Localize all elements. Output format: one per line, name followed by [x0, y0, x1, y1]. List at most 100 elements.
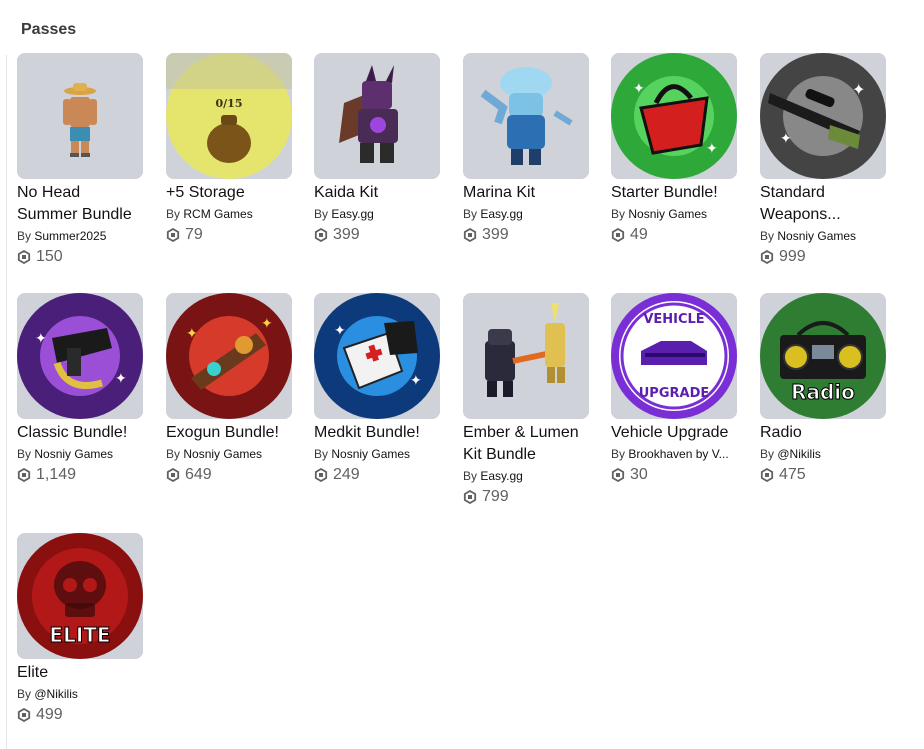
svg-text:✦: ✦ — [410, 372, 422, 388]
pass-name[interactable]: Exogun Bundle! — [166, 422, 293, 444]
pass-card[interactable]: Ember & Lumen Kit Bundle By Easy.gg 799 — [463, 293, 590, 507]
pass-thumbnail[interactable]: ✦ ✦ — [611, 53, 737, 179]
robux-icon — [166, 227, 180, 243]
svg-text:✦: ✦ — [852, 82, 865, 99]
pass-price: 649 — [166, 465, 293, 485]
creator-link[interactable]: Nosniy Games — [628, 207, 707, 221]
pass-name[interactable]: Ember & Lumen Kit Bundle — [463, 422, 590, 466]
creator-link[interactable]: Nosniy Games — [183, 447, 262, 461]
pass-thumbnail[interactable] — [463, 293, 589, 419]
creator-link[interactable]: Summer2025 — [34, 229, 106, 243]
pass-creator: By Summer2025 — [17, 229, 107, 243]
pass-thumbnail[interactable]: ✦ ✦ — [314, 293, 440, 419]
pass-thumbnail[interactable] — [314, 53, 440, 179]
pass-thumbnail[interactable]: 0/15 — [166, 53, 292, 179]
left-divider — [6, 55, 7, 749]
pass-name[interactable]: Radio — [760, 422, 887, 444]
robux-icon — [760, 249, 774, 265]
radio-boombox-icon: Radio — [760, 293, 886, 419]
pass-creator: By Nosniy Games — [611, 207, 708, 221]
pass-creator: By @Nikilis — [17, 687, 78, 701]
creator-link[interactable]: Brookhaven by V... — [628, 447, 728, 461]
rifle-icon: ✦ ✦ — [760, 53, 886, 179]
creator-link[interactable]: Nosniy Games — [34, 447, 113, 461]
svg-text:✦: ✦ — [186, 325, 198, 341]
pass-card[interactable]: ✦ ✦ Starter Bundle! By Nosniy Games 49 — [611, 53, 738, 245]
pass-thumbnail[interactable] — [17, 53, 143, 179]
pass-creator: By Nosniy Games — [166, 447, 263, 461]
pass-thumbnail[interactable]: ✦ ✦ — [760, 53, 886, 179]
robux-icon — [611, 227, 625, 243]
pass-creator: By RCM Games — [166, 207, 253, 221]
straw-hat-avatar-icon — [17, 53, 143, 179]
classic-weapons-icon: ✦ ✦ — [17, 293, 143, 419]
pass-card[interactable]: Marina Kit By Easy.gg 399 — [463, 53, 590, 245]
pass-thumbnail[interactable]: ✦ ✦ — [166, 293, 292, 419]
robux-icon — [17, 707, 31, 723]
pass-creator: By Nosniy Games — [17, 447, 114, 461]
pass-card[interactable]: ✦ ✦ Classic Bundle! By Nosniy Games 1,14… — [17, 293, 144, 485]
creator-link[interactable]: RCM Games — [183, 207, 252, 221]
pass-name[interactable]: Classic Bundle! — [17, 422, 144, 444]
pass-price: 999 — [760, 247, 887, 267]
creator-link[interactable]: Easy.gg — [480, 207, 522, 221]
thumb-text: Radio — [791, 380, 855, 404]
creator-link[interactable]: Nosniy Games — [331, 447, 410, 461]
robux-icon — [463, 227, 477, 243]
pass-name[interactable]: Vehicle Upgrade — [611, 422, 738, 444]
pass-price: 249 — [314, 465, 441, 485]
pass-name[interactable]: Marina Kit — [463, 182, 590, 204]
pass-price: 499 — [17, 705, 144, 725]
pass-thumbnail[interactable]: ELITE — [17, 533, 143, 659]
pass-thumbnail[interactable]: Radio — [760, 293, 886, 419]
pass-card[interactable]: VEHICLE UPGRADE Vehicle Upgrade By Brook… — [611, 293, 738, 485]
svg-text:✦: ✦ — [35, 330, 47, 346]
creator-link[interactable]: @Nikilis — [34, 687, 78, 701]
pass-name[interactable]: +5 Storage — [166, 182, 293, 204]
robux-icon — [17, 249, 31, 265]
creator-link[interactable]: Easy.gg — [331, 207, 373, 221]
pass-name[interactable]: No Head Summer Bundle — [17, 182, 144, 226]
thumb-text-top: VEHICLE — [643, 312, 704, 327]
pass-card[interactable]: Kaida Kit By Easy.gg 399 — [314, 53, 441, 245]
pass-thumbnail[interactable] — [463, 53, 589, 179]
robux-icon — [17, 467, 31, 483]
pass-name[interactable]: Standard Weapons... — [760, 182, 887, 226]
creator-link[interactable]: Nosniy Games — [777, 229, 856, 243]
svg-text:✦: ✦ — [780, 130, 792, 146]
pass-name[interactable]: Medkit Bundle! — [314, 422, 441, 444]
svg-text:✦: ✦ — [261, 315, 273, 331]
jellyfish-character-icon — [463, 53, 589, 179]
pass-price: 1,149 — [17, 465, 144, 485]
pass-card[interactable]: ✦ ✦ Standard Weapons... By Nosniy Games … — [760, 53, 887, 267]
thumb-text: 0/15 — [216, 97, 243, 110]
creator-link[interactable]: Easy.gg — [480, 469, 522, 483]
robux-icon — [314, 227, 328, 243]
pass-price: 475 — [760, 465, 887, 485]
exogun-icon: ✦ ✦ — [166, 293, 292, 419]
pass-creator: By Nosniy Games — [760, 229, 857, 243]
pass-name[interactable]: Kaida Kit — [314, 182, 441, 204]
pass-card[interactable]: ✦ ✦ Exogun Bundle! By Nosniy Games 649 — [166, 293, 293, 485]
pass-card[interactable]: ELITE Elite By @Nikilis 499 — [17, 533, 144, 725]
pass-creator: By Easy.gg — [463, 207, 523, 221]
pass-price: 79 — [166, 225, 293, 245]
pass-card[interactable]: ✦ ✦ Medkit Bundle! By Nosniy Games 249 — [314, 293, 441, 485]
ember-lumen-characters-icon — [463, 293, 589, 419]
pass-price: 30 — [611, 465, 738, 485]
vehicle-upgrade-badge-icon: VEHICLE UPGRADE — [611, 293, 737, 419]
pass-price: 399 — [463, 225, 590, 245]
pass-card[interactable]: Radio Radio By @Nikilis 475 — [760, 293, 887, 485]
creator-link[interactable]: @Nikilis — [777, 447, 821, 461]
pass-creator: By Brookhaven by V... — [611, 447, 729, 461]
pass-creator: By Easy.gg — [314, 207, 374, 221]
pass-thumbnail[interactable]: VEHICLE UPGRADE — [611, 293, 737, 419]
storage-pot-icon: 0/15 — [166, 53, 292, 179]
pass-name[interactable]: Elite — [17, 662, 144, 684]
elite-skull-icon: ELITE — [17, 533, 143, 659]
pass-card[interactable]: No Head Summer Bundle By Summer2025 150 — [17, 53, 144, 267]
pass-name[interactable]: Starter Bundle! — [611, 182, 738, 204]
pass-thumbnail[interactable]: ✦ ✦ — [17, 293, 143, 419]
robux-icon — [463, 489, 477, 505]
pass-card[interactable]: 0/15 +5 Storage By RCM Games 79 — [166, 53, 293, 245]
